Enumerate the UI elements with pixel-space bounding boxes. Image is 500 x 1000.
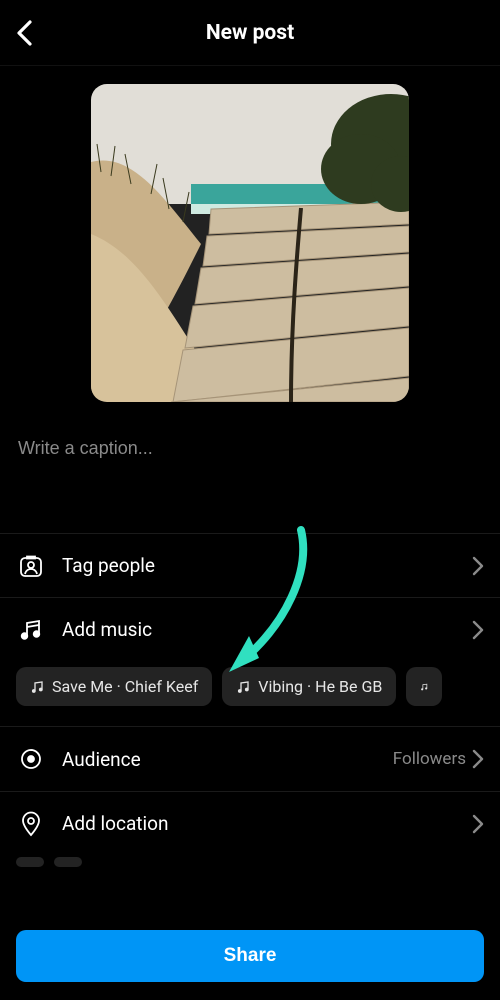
add-location-label: Add location xyxy=(62,812,472,835)
music-note-icon xyxy=(420,680,428,694)
tag-people-icon xyxy=(18,553,44,579)
chevron-right-icon xyxy=(472,556,484,576)
location-chip[interactable] xyxy=(54,857,82,867)
music-chip-label: Vibing · He Be GB xyxy=(258,677,382,696)
audience-value: Followers xyxy=(393,749,466,769)
preview-area xyxy=(0,66,500,402)
page-title: New post xyxy=(206,21,294,45)
footer: Share xyxy=(0,916,500,1000)
music-note-icon xyxy=(30,680,44,694)
location-pin-icon xyxy=(18,811,44,837)
header: New post xyxy=(0,0,500,66)
audience-row[interactable]: Audience Followers xyxy=(0,727,500,791)
chevron-right-icon xyxy=(472,749,484,769)
caption-area xyxy=(0,402,500,469)
add-music-label: Add music xyxy=(62,618,472,641)
tag-people-row[interactable]: Tag people xyxy=(0,533,500,597)
audience-icon xyxy=(18,746,44,772)
music-chip[interactable]: Vibing · He Be GB xyxy=(222,667,396,706)
tag-people-label: Tag people xyxy=(62,554,472,577)
music-suggestions: Save Me · Chief Keef Vibing · He Be GB xyxy=(0,661,500,727)
location-suggestions xyxy=(0,855,500,871)
share-button[interactable]: Share xyxy=(16,930,484,982)
add-music-row[interactable]: Add music xyxy=(0,597,500,661)
chevron-left-icon xyxy=(16,20,34,46)
caption-input[interactable] xyxy=(18,438,482,459)
music-chip-label: Save Me · Chief Keef xyxy=(52,677,198,696)
preview-photo xyxy=(91,84,409,402)
audience-label: Audience xyxy=(62,748,393,771)
music-icon xyxy=(18,617,44,643)
post-image-preview[interactable] xyxy=(91,84,409,402)
back-button[interactable] xyxy=(10,14,40,52)
music-note-icon xyxy=(236,680,250,694)
music-chip-more[interactable] xyxy=(406,667,442,706)
chevron-right-icon xyxy=(472,814,484,834)
music-chip[interactable]: Save Me · Chief Keef xyxy=(16,667,212,706)
chevron-right-icon xyxy=(472,620,484,640)
location-chip[interactable] xyxy=(16,857,44,867)
add-location-row[interactable]: Add location xyxy=(0,791,500,855)
